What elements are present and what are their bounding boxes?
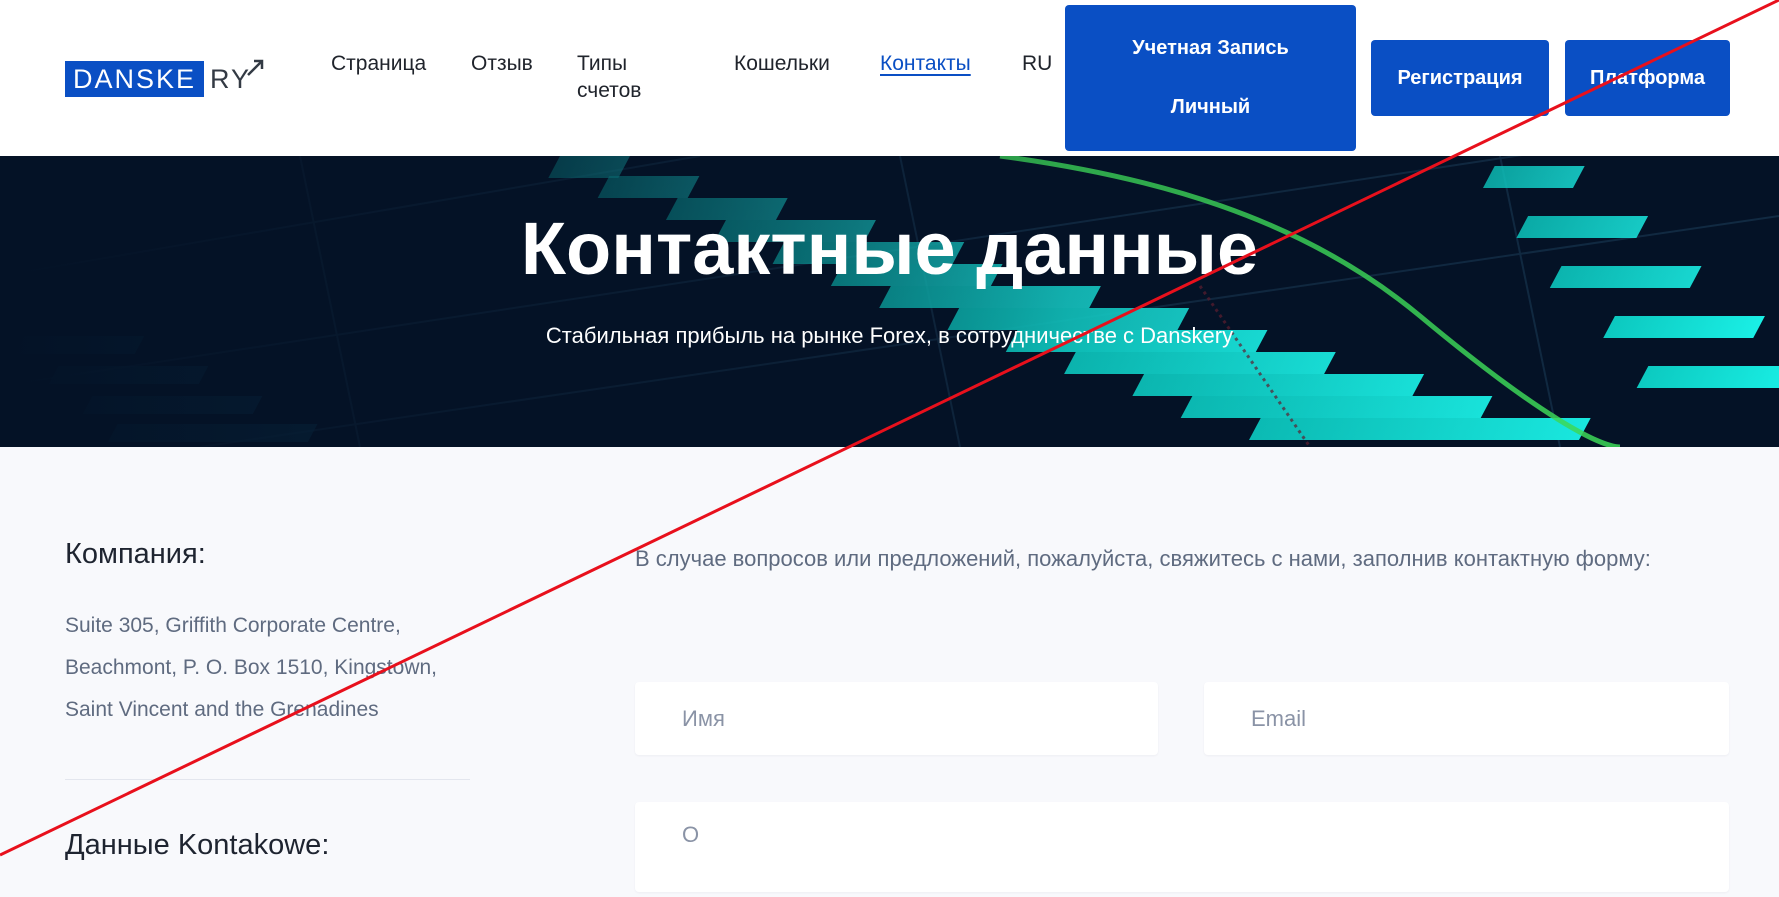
register-button[interactable]: Регистрация [1371,40,1549,116]
nav-item-page[interactable]: Страница [331,50,426,77]
message-input[interactable] [635,802,1729,892]
nav-item-wallets[interactable]: Кошельки [734,50,830,77]
name-input[interactable] [635,682,1158,755]
address-line: Saint Vincent and the Grenadines [65,698,379,721]
page-subtitle: Стабильная прибыль на рынке Forex, в сот… [545,323,1234,348]
site-header: DANSKE RY Страница Отзыв Типы счетов Кош… [0,0,1779,156]
nav-item-review[interactable]: Отзыв [471,50,533,77]
platform-button[interactable]: Платформа [1565,40,1730,116]
message-field[interactable] [635,802,1729,892]
address-line: Beachmont, P. O. Box 1510, Kingstown, [65,656,438,679]
logo-boxed-text: DANSKE [65,61,205,97]
logo-rest-text: RY [210,59,264,95]
nav-item-account-types[interactable]: Типы счетов [577,50,667,104]
email-field[interactable] [1204,682,1729,755]
logo[interactable]: DANSKE RY [65,59,264,97]
company-heading: Компания: [65,538,206,570]
page-title: Контактные данные [520,207,1259,290]
personal-account-label-line1: Учетная Запись [1132,37,1289,59]
nav-item-contacts[interactable]: Контакты [880,50,971,77]
section-divider [65,779,470,780]
email-input[interactable] [1204,682,1729,755]
hero-chart-background [0,156,1779,447]
language-switcher[interactable]: RU [1022,50,1052,77]
address-line: Suite 305, Griffith Corporate Centre, [65,614,401,637]
personal-account-button[interactable]: Учетная Запись Личный [1065,5,1356,151]
personal-account-label-line2: Личный [1170,96,1251,118]
trend-arrow-icon [247,59,264,76]
form-intro-text: В случае вопросов или предложений, пожал… [635,546,1651,571]
company-address: Suite 305, Griffith Corporate Centre, Be… [65,605,485,731]
contact-details-heading: Данные Kontakowe: [65,829,330,861]
name-field[interactable] [635,682,1158,755]
hero-banner: Контактные данные Стабильная прибыль на … [0,156,1779,447]
